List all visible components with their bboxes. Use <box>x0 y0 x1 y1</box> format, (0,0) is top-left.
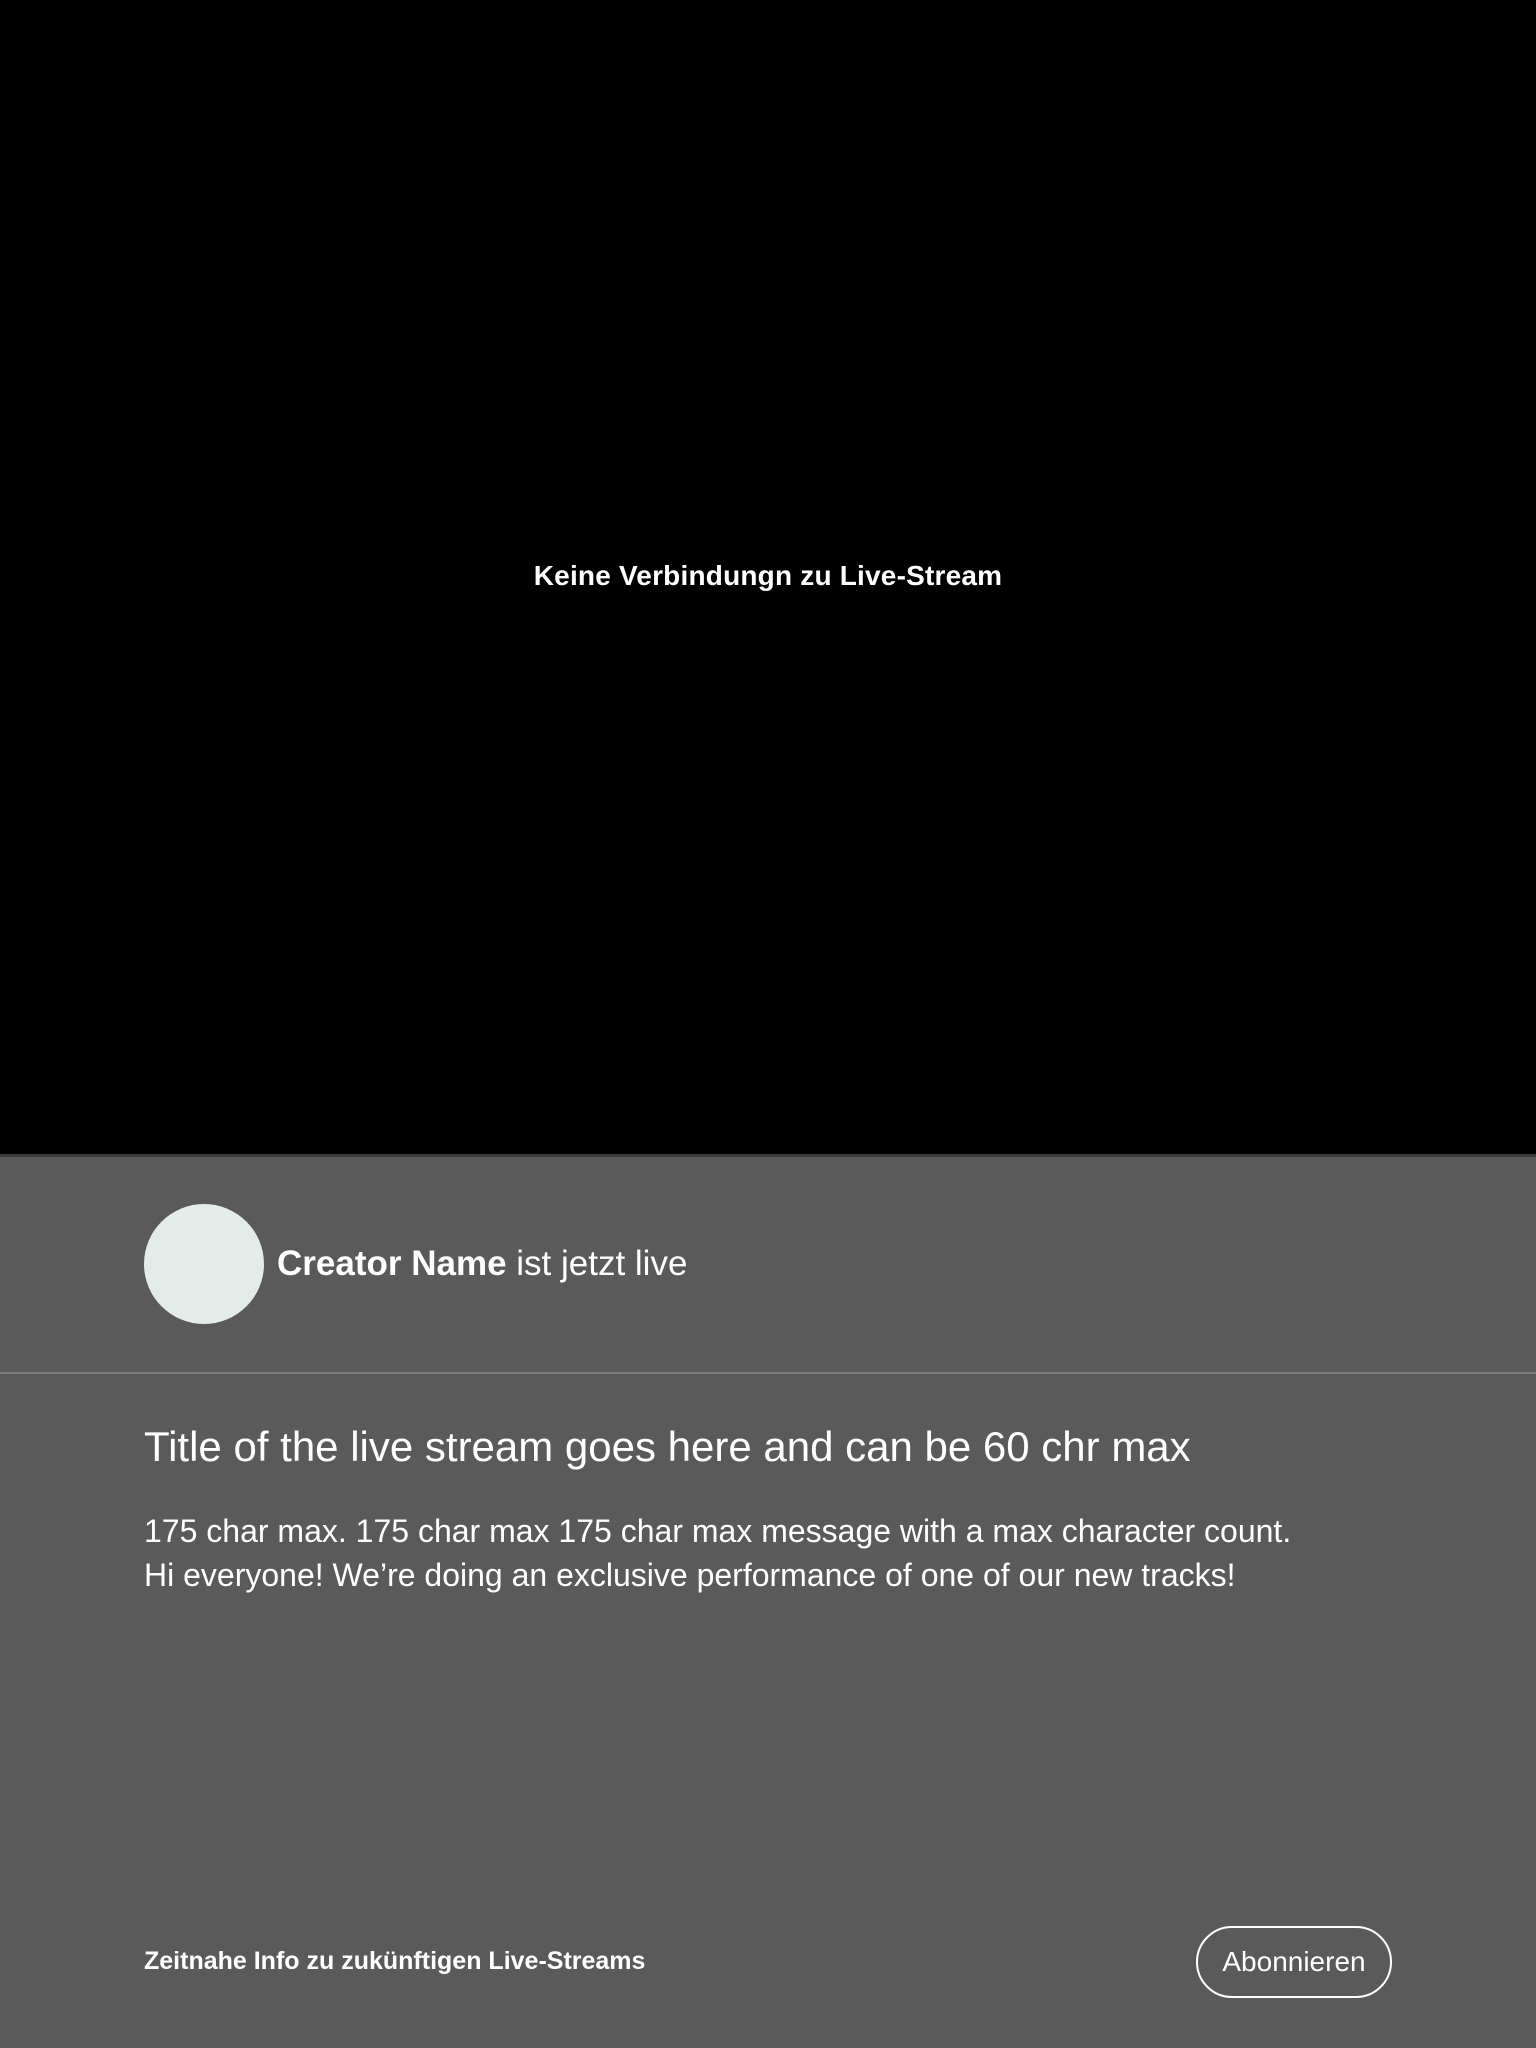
stream-connection-status: Keine Verbindungn zu Live-Stream <box>533 560 1003 591</box>
video-player[interactable]: Keine Verbindungn zu Live-Stream <box>0 0 1536 1154</box>
stream-description: 175 char max. 175 char max 175 char max … <box>144 1509 1404 1597</box>
subscribe-button[interactable]: Abonnieren <box>1196 1926 1392 1998</box>
section-divider <box>0 1372 1536 1374</box>
creator-avatar[interactable] <box>144 1204 264 1324</box>
live-suffix: ist jetzt live <box>506 1244 688 1283</box>
creator-live-status: Creator Name ist jetzt live <box>277 1244 687 1284</box>
upcoming-streams-info: Zeitnahe Info zu zukünftigen Live-Stream… <box>144 1947 646 1975</box>
creator-row: Creator Name ist jetzt live <box>144 1204 687 1324</box>
creator-name[interactable]: Creator Name <box>277 1244 507 1283</box>
stream-title: Title of the live stream goes here and c… <box>144 1423 1191 1470</box>
description-line: 175 char max. 175 char max 175 char max … <box>144 1513 1292 1549</box>
description-line: Hi everyone! We’re doing an exclusive pe… <box>144 1557 1236 1593</box>
stream-info-panel: Creator Name ist jetzt live Title of the… <box>0 1157 1536 2048</box>
